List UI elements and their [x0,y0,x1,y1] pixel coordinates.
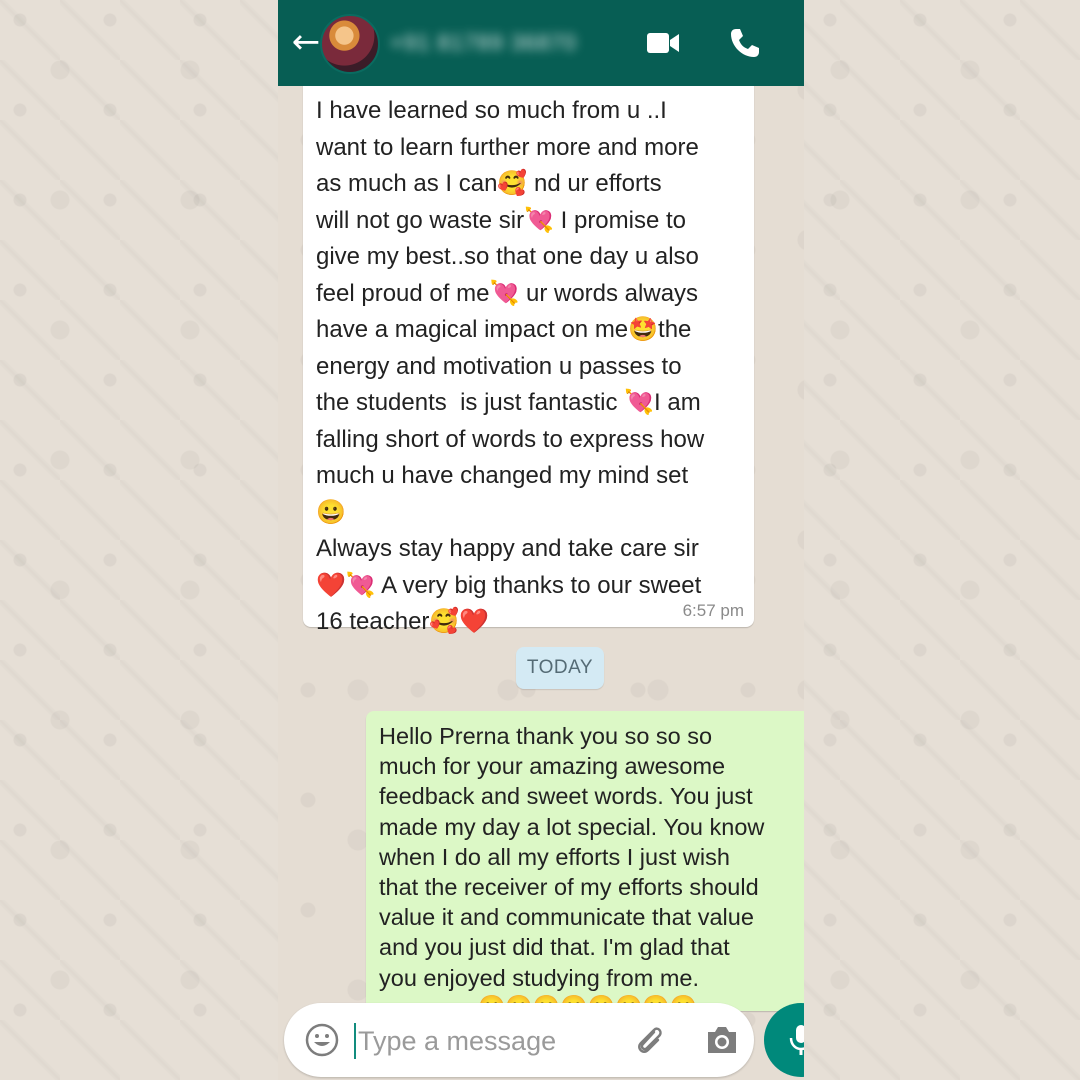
smiley-icon[interactable] [304,1022,340,1058]
chat-header: ← +91 81789 36870 [278,0,804,86]
message-composer [284,1003,754,1077]
message-timestamp: 6:57 pm [682,601,744,620]
text-cursor [354,1023,356,1059]
microphone-icon [789,1025,804,1055]
avatar[interactable] [320,14,380,74]
incoming-message-bubble[interactable]: I have learned so much from u ..I want t… [303,74,754,635]
outgoing-message-bubble[interactable]: Hello Prerna thank you so so so much for… [366,711,804,1019]
contact-name[interactable]: +91 81789 36870 [390,28,610,58]
chat-screen: ← +91 81789 36870 I have learned so much… [278,0,804,1080]
message-input[interactable] [358,1021,618,1061]
video-camera-icon[interactable] [646,30,680,56]
date-separator: TODAY [516,647,604,689]
camera-icon[interactable] [704,1023,740,1057]
microphone-button[interactable] [764,1003,804,1077]
outgoing-message-text: Hello Prerna thank you so so so much for… [379,723,765,991]
phone-icon[interactable] [728,26,762,60]
incoming-message-text: I have learned so much from u ..I want t… [316,97,705,635]
paperclip-icon[interactable] [632,1023,666,1057]
